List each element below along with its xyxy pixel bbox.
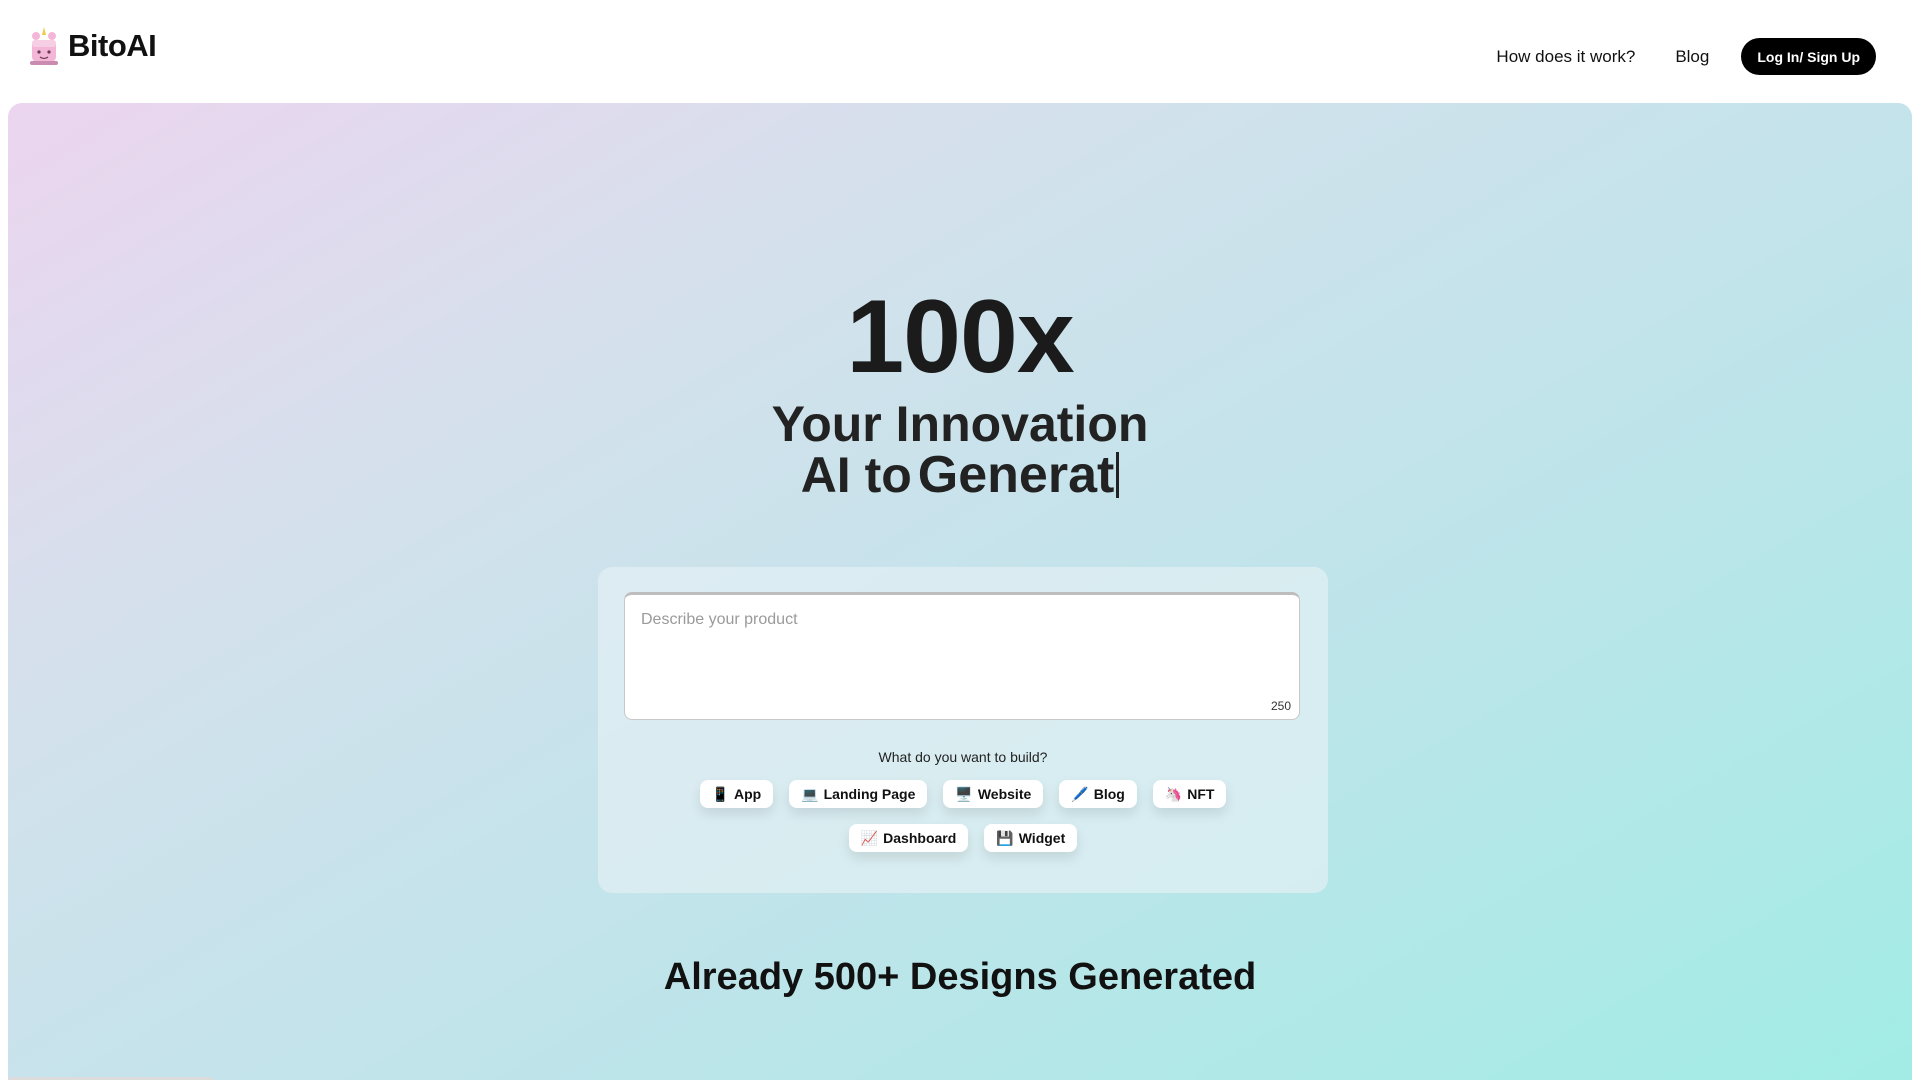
- chip-label: Blog: [1093, 786, 1125, 802]
- hero-multiplier: 100x: [846, 279, 1074, 395]
- chip-label: App: [733, 786, 762, 802]
- chip-website[interactable]: 🖥️ Website: [943, 780, 1044, 808]
- chart-icon: 📈: [860, 829, 879, 846]
- desktop-icon: 🖥️: [955, 785, 973, 802]
- top-bar: BitoAI How does it work? Blog Log In/ Si…: [0, 0, 1920, 103]
- build-question: What do you want to build?: [878, 749, 1048, 765]
- unicorn-icon: 🦄: [1164, 785, 1183, 802]
- hero-typed-word: Generat: [917, 446, 1115, 504]
- phone-icon: 📱: [711, 785, 729, 802]
- unicorn-cake-icon: [26, 26, 62, 66]
- chip-label: Dashboard: [883, 830, 957, 846]
- brand-name: BitoAI: [68, 28, 157, 63]
- chip-label: Website: [977, 786, 1032, 802]
- floppy-disk-icon: 💾: [996, 829, 1014, 846]
- chip-app[interactable]: 📱 App: [699, 780, 774, 808]
- build-type-chips: 📱 App 💻 Landing Page 🖥️ Website 🖊️ Blog …: [598, 780, 1328, 852]
- brand[interactable]: BitoAI: [26, 26, 157, 66]
- chip-nft[interactable]: 🦄 NFT: [1152, 780, 1227, 808]
- hero-headline-line2: AI to Generat: [8, 445, 1912, 505]
- designs-generated-heading: Already 500+ Designs Generated: [663, 956, 1257, 998]
- nav-blog[interactable]: Blog: [1675, 47, 1709, 67]
- chip-label: Widget: [1018, 830, 1066, 846]
- chip-label: NFT: [1187, 786, 1215, 802]
- character-counter: 250: [1270, 699, 1291, 713]
- chip-landing-page[interactable]: 💻 Landing Page: [789, 780, 928, 808]
- prompt-card: 250 What do you want to build? 📱 App 💻 L…: [598, 567, 1328, 893]
- chip-blog[interactable]: 🖊️ Blog: [1059, 780, 1137, 808]
- hero-section: 100x Your Innovation AI toGenerat 250 Wh…: [8, 103, 1912, 1080]
- nav-how-it-works[interactable]: How does it work?: [1496, 47, 1635, 67]
- chip-widget[interactable]: 💾 Widget: [984, 824, 1078, 852]
- product-description-input[interactable]: [639, 609, 1283, 703]
- product-description-box: 250: [624, 592, 1300, 720]
- hero-headline-prefix: AI to: [800, 447, 912, 503]
- top-nav: How does it work? Blog Log In/ Sign Up: [1496, 38, 1876, 75]
- chip-dashboard[interactable]: 📈 Dashboard: [848, 824, 969, 852]
- pen-icon: 🖊️: [1071, 785, 1089, 802]
- chip-label: Landing Page: [823, 786, 916, 802]
- login-signup-button[interactable]: Log In/ Sign Up: [1741, 38, 1876, 75]
- laptop-icon: 💻: [801, 785, 819, 802]
- typing-caret: [1116, 452, 1120, 498]
